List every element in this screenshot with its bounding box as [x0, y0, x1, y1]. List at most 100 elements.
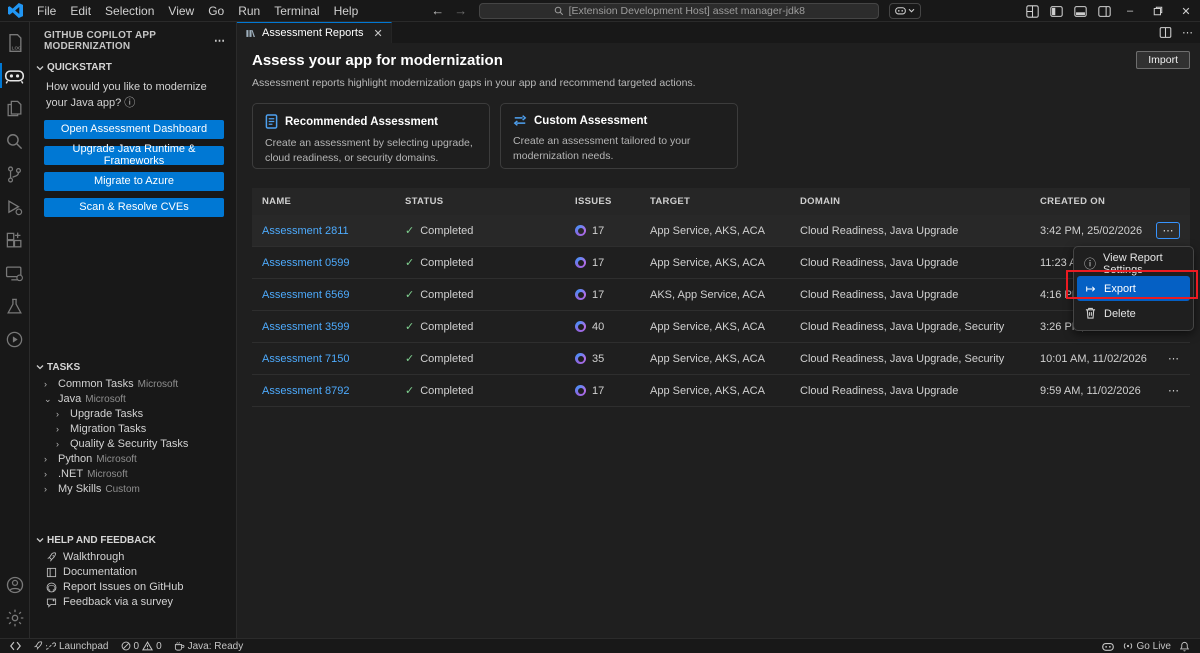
- close-window-button[interactable]: ✕: [1172, 0, 1200, 22]
- info-icon[interactable]: ⓘ: [124, 97, 135, 109]
- task-java[interactable]: ⌄ Java Microsoft: [30, 392, 236, 407]
- menu-delete[interactable]: Delete: [1077, 301, 1190, 326]
- remote-indicator[interactable]: [6, 639, 25, 653]
- explorer-icon[interactable]: [0, 92, 30, 125]
- tab-close-icon[interactable]: ✕: [373, 27, 382, 40]
- report-tab-icon: [245, 28, 256, 39]
- restore-button[interactable]: [1144, 0, 1172, 22]
- assessment-link[interactable]: Assessment 6569: [262, 289, 349, 301]
- back-arrow-icon[interactable]: ←: [431, 3, 444, 18]
- chevron-right-icon: ›: [44, 469, 54, 479]
- remote-explorer-icon[interactable]: [0, 257, 30, 290]
- migrate-to-azure-button[interactable]: Migrate to Azure: [44, 172, 224, 191]
- copilot-menu-button[interactable]: [889, 3, 921, 19]
- chevron-right-icon: ›: [44, 379, 54, 389]
- go-live-status-item[interactable]: Go Live: [1118, 639, 1175, 653]
- task-upgrade-tasks[interactable]: › Upgrade Tasks: [30, 407, 236, 422]
- scan-resolve-cves-button[interactable]: Scan & Resolve CVEs: [44, 198, 224, 217]
- java-status-item[interactable]: Java: Ready: [170, 639, 248, 653]
- quickstart-section-header[interactable]: QUICKSTART: [30, 58, 236, 77]
- run-debug-icon[interactable]: [0, 191, 30, 224]
- help-feedback-section-header[interactable]: HELP AND FEEDBACK: [30, 531, 236, 550]
- chevron-right-icon: ›: [44, 454, 54, 464]
- table-row: Assessment 0599 ✓Completed 17 App Servic…: [252, 247, 1190, 279]
- editor-group: Assessment Reports ✕ ⋯ Assess your app f…: [237, 22, 1200, 638]
- menu-file[interactable]: File: [30, 0, 63, 22]
- search-view-icon[interactable]: [0, 125, 30, 158]
- task-my-skills[interactable]: › My Skills Custom: [30, 482, 236, 497]
- tab-assessment-reports[interactable]: Assessment Reports ✕: [237, 22, 392, 43]
- launchpad-status-item[interactable]: Launchpad: [29, 639, 113, 653]
- chevron-down-icon: ⌄: [44, 394, 54, 405]
- help-feedback-survey[interactable]: Feedback via a survey: [30, 595, 236, 610]
- task-python[interactable]: › Python Microsoft: [30, 452, 236, 467]
- source-control-icon[interactable]: [0, 158, 30, 191]
- editor-more-actions-icon[interactable]: ⋯: [1182, 28, 1194, 38]
- menu-terminal[interactable]: Terminal: [267, 0, 326, 22]
- task-quality-security-tasks[interactable]: › Quality & Security Tasks: [30, 437, 236, 452]
- table-header-row: NAME STATUS ISSUES TARGET DOMAIN CREATED…: [252, 188, 1190, 215]
- row-actions-button[interactable]: ⋯: [1168, 386, 1180, 396]
- help-report-issues[interactable]: Report Issues on GitHub: [30, 580, 236, 595]
- menu-view-report-settings[interactable]: ⓘ View Report Settings: [1077, 251, 1190, 276]
- help-walkthrough[interactable]: Walkthrough: [30, 550, 236, 565]
- remote-icon: [10, 641, 21, 651]
- menu-view[interactable]: View: [161, 0, 201, 22]
- command-center-search[interactable]: [Extension Development Host] asset manag…: [479, 3, 879, 19]
- test-beaker-icon[interactable]: [0, 290, 30, 323]
- import-button[interactable]: Import: [1136, 51, 1190, 69]
- assessment-link[interactable]: Assessment 8792: [262, 385, 349, 397]
- copilot-icon: [895, 6, 906, 15]
- account-icon[interactable]: [0, 568, 30, 601]
- menu-edit[interactable]: Edit: [63, 0, 98, 22]
- menu-help[interactable]: Help: [327, 0, 366, 22]
- toggle-primary-sidebar-icon[interactable]: [1044, 0, 1068, 22]
- customize-layout-icon[interactable]: [1020, 0, 1044, 22]
- minimize-button[interactable]: –: [1116, 0, 1144, 22]
- chevron-right-icon: ›: [56, 424, 66, 434]
- upgrade-java-button[interactable]: Upgrade Java Runtime & Frameworks: [44, 146, 224, 165]
- notifications-bell-icon[interactable]: [1175, 639, 1194, 653]
- task-common-tasks[interactable]: › Common Tasks Microsoft: [30, 377, 236, 392]
- menu-go[interactable]: Go: [201, 0, 231, 22]
- menu-selection[interactable]: Selection: [98, 0, 161, 22]
- recommended-assessment-card[interactable]: Recommended Assessment Create an assessm…: [252, 103, 490, 169]
- check-icon: ✓: [405, 256, 414, 269]
- menu-run[interactable]: Run: [231, 0, 267, 22]
- toggle-secondary-sidebar-icon[interactable]: [1092, 0, 1116, 22]
- checklist-document-icon: [265, 114, 278, 129]
- open-assessment-dashboard-button[interactable]: Open Assessment Dashboard: [44, 120, 224, 139]
- log-view-icon[interactable]: LOG: [0, 26, 30, 59]
- issues-donut-icon: [575, 289, 586, 300]
- tasks-section-header[interactable]: TASKS: [30, 358, 236, 377]
- task-dotnet[interactable]: › .NET Microsoft: [30, 467, 236, 482]
- settings-gear-icon[interactable]: [0, 601, 30, 634]
- forward-arrow-icon[interactable]: →: [454, 3, 467, 18]
- problems-status-item[interactable]: 0 0: [117, 639, 166, 653]
- assessment-link[interactable]: Assessment 7150: [262, 353, 349, 365]
- sidebar-more-actions-icon[interactable]: ⋯: [214, 36, 226, 46]
- chevron-down-icon: [36, 364, 44, 370]
- title-bar: File Edit Selection View Go Run Terminal…: [0, 0, 1200, 22]
- table-row: Assessment 6569 ✓Completed 17 AKS, App S…: [252, 279, 1190, 311]
- check-icon: ✓: [405, 352, 414, 365]
- search-text: [Extension Development Host] asset manag…: [569, 5, 805, 17]
- menu-export[interactable]: ↦ Export: [1077, 276, 1190, 301]
- row-actions-button[interactable]: ⋯: [1168, 354, 1180, 364]
- issues-donut-icon: [575, 353, 586, 364]
- split-editor-icon[interactable]: [1159, 26, 1172, 39]
- task-migration-tasks[interactable]: › Migration Tasks: [30, 422, 236, 437]
- copilot-status-item[interactable]: [1098, 639, 1118, 653]
- extensions-icon[interactable]: [0, 224, 30, 257]
- help-documentation[interactable]: Documentation: [30, 565, 236, 580]
- custom-assessment-card[interactable]: Custom Assessment Create an assessment t…: [500, 103, 738, 169]
- assessment-link[interactable]: Assessment 2811: [262, 225, 349, 237]
- assessment-link[interactable]: Assessment 3599: [262, 321, 349, 333]
- row-actions-button[interactable]: ⋯: [1156, 222, 1180, 239]
- live-preview-icon[interactable]: [0, 323, 30, 356]
- toggle-panel-icon[interactable]: [1068, 0, 1092, 22]
- check-icon: ✓: [405, 288, 414, 301]
- assessment-link[interactable]: Assessment 0599: [262, 257, 349, 269]
- app-modernization-icon[interactable]: [0, 59, 30, 92]
- assessment-table: NAME STATUS ISSUES TARGET DOMAIN CREATED…: [252, 188, 1190, 407]
